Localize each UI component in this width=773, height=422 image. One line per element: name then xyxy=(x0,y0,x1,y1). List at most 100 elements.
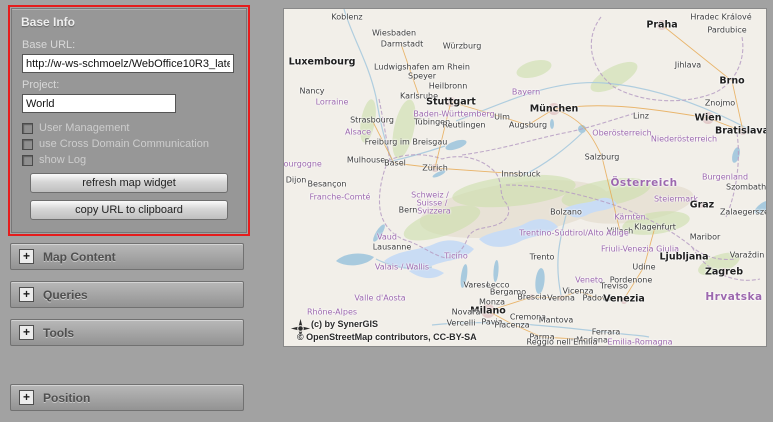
map-label: Wien xyxy=(694,112,722,124)
map-label: Kärnten xyxy=(614,212,646,222)
panel-queries[interactable]: + Queries xyxy=(10,281,244,308)
panel-tools[interactable]: + Tools xyxy=(10,319,244,346)
map-label: Trentino-Südtirol/Alto Adige xyxy=(519,228,629,238)
checkbox-label: User Management xyxy=(39,122,130,134)
panel-base-info-body: Base URL: Project: User Management use Cr… xyxy=(12,31,246,232)
expand-icon[interactable]: + xyxy=(19,287,34,302)
map-label: Rhône-Alpes xyxy=(306,307,358,317)
selection-highlight: Base Info Base URL: Project: User Manage… xyxy=(8,5,250,236)
map-labels: Koblenz Hradec Králové Wiesbaden Praha Pardu… xyxy=(283,9,767,347)
map-label: Ludwigshafen am Rhein xyxy=(374,62,470,72)
map-label: Friuli-Venezia Giulia xyxy=(601,244,679,254)
map-label: Bourgogne xyxy=(283,159,322,169)
map-label: Valle d'Aosta xyxy=(354,293,406,303)
map-label: Milano xyxy=(470,305,506,317)
map-label: Augsburg xyxy=(508,120,548,130)
checkbox-row[interactable]: use Cross Domain Communication xyxy=(22,138,236,150)
project-input[interactable] xyxy=(22,94,176,113)
map-label: Burgenland xyxy=(701,172,749,182)
map-label: Hradec Králové xyxy=(690,12,752,22)
map-label: Lecco xyxy=(486,280,510,290)
map-label: Mulhouse xyxy=(346,155,386,165)
map-label: Tübingen xyxy=(413,117,451,127)
map-label: Trento xyxy=(529,252,555,262)
base-url-input[interactable] xyxy=(22,54,234,73)
map-label: Bolzano xyxy=(550,207,582,217)
map-label: Zürich xyxy=(422,163,448,173)
map-label: Verona xyxy=(547,293,575,303)
collapsed-panels: + Map Content + Queries + Tools + Position xyxy=(8,243,250,411)
map-label: Reggio nell'Emilia xyxy=(526,337,598,347)
refresh-map-widget-button[interactable]: refresh map widget xyxy=(30,173,228,193)
checkbox-list: User Management use Cross Domain Communic… xyxy=(22,122,236,166)
panel-position[interactable]: + Position xyxy=(10,384,244,411)
map-label: Vercelli xyxy=(446,318,476,328)
copy-url-button[interactable]: copy URL to clipboard xyxy=(30,200,228,220)
map-widget[interactable]: Koblenz Hradec Králové Wiesbaden Praha Pardu… xyxy=(283,8,767,347)
map-label: Piacenza xyxy=(494,320,530,330)
map-label: Salzburg xyxy=(584,152,620,162)
map-label: Linz xyxy=(633,111,649,121)
map-label: Mantova xyxy=(538,315,574,325)
map-label: Maribor xyxy=(689,232,721,242)
map-label: Szombathely xyxy=(725,182,767,192)
checkbox-label: use Cross Domain Communication xyxy=(39,138,209,150)
map-label: München xyxy=(529,103,579,115)
checkbox-row[interactable]: User Management xyxy=(22,122,236,134)
map-label: Bratislava xyxy=(714,125,767,137)
map-label: Freiburg im Breisgau xyxy=(364,137,448,147)
map-label: Innsbruck xyxy=(501,169,541,179)
map-label: Varaždin xyxy=(729,250,765,260)
map-label: Karlsruhe xyxy=(399,91,439,101)
map-label: Basel xyxy=(384,158,406,168)
map-label: Venezia xyxy=(603,293,645,305)
expand-icon[interactable]: + xyxy=(19,390,34,405)
map-label: Monza xyxy=(479,297,505,307)
map-label: Baden-Württemberg xyxy=(413,109,495,119)
map-label: Ticino xyxy=(444,251,468,261)
map-label: Bergamo xyxy=(489,287,527,297)
checkbox-row[interactable]: show Log xyxy=(22,154,236,166)
map-label: Treviso xyxy=(600,281,628,291)
map-label: Znojmo xyxy=(704,98,736,108)
map-label: Österreich xyxy=(610,177,678,189)
checkbox[interactable] xyxy=(22,122,33,134)
map-attribution-osm: © OpenStreetMap contributors, CC-BY-SA xyxy=(297,332,477,342)
map-label: Niederösterreich xyxy=(650,134,718,144)
checkbox[interactable] xyxy=(22,138,33,150)
project-label: Project: xyxy=(22,79,60,91)
map-label: Alsace xyxy=(344,127,372,137)
map-label: Klagenfurt xyxy=(634,222,676,232)
base-url-label: Base URL: xyxy=(22,39,76,51)
expand-icon[interactable]: + xyxy=(19,249,34,264)
map-label: Valais / Wallis xyxy=(374,262,430,272)
map-label: Varese xyxy=(463,280,491,290)
map-label: Zagreb xyxy=(704,266,744,278)
map-label: Oberösterreich xyxy=(592,128,652,138)
map-label: Vaud xyxy=(377,232,397,242)
map-label: Steiermark xyxy=(653,194,699,204)
checkbox-label: show Log xyxy=(39,154,87,166)
map-label: Reutlingen xyxy=(442,120,486,130)
map-label: Novara xyxy=(451,307,481,317)
map-label: Graz xyxy=(689,199,715,211)
map-label: Stuttgart xyxy=(426,96,476,108)
expand-icon[interactable]: + xyxy=(19,325,34,340)
map-label: Brescia xyxy=(517,292,547,302)
panel-base-info: Base Info Base URL: Project: User Manage… xyxy=(11,8,247,233)
map-label: Zalaegerszeg xyxy=(719,207,766,217)
map-label: Emilia-Romagna xyxy=(607,337,673,347)
map-label: Pavia xyxy=(481,317,503,327)
panel-map-content[interactable]: + Map Content xyxy=(10,243,244,270)
map-label: Parma xyxy=(529,332,555,342)
map-label: Pardubice xyxy=(707,25,747,35)
panel-title: Tools xyxy=(43,325,75,340)
sidebar: Base Info Base URL: Project: User Manage… xyxy=(8,5,250,422)
map-label: Modena xyxy=(576,335,608,345)
panel-title: Map Content xyxy=(43,249,116,264)
map-label: Bayern xyxy=(511,87,541,97)
map-label: Villach xyxy=(606,226,634,236)
checkbox[interactable] xyxy=(22,154,33,166)
map-label: Franche-Comté xyxy=(309,192,371,202)
panel-base-info-header[interactable]: Base Info xyxy=(12,9,246,31)
